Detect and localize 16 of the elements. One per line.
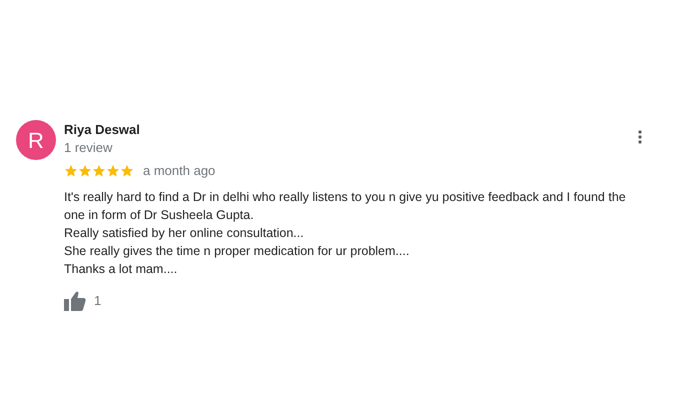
author-name[interactable]: Riya Deswal <box>64 122 140 138</box>
star-icon <box>92 164 106 178</box>
more-options-icon[interactable] <box>638 130 642 144</box>
star-icon <box>78 164 92 178</box>
star-icon <box>106 164 120 178</box>
avatar: R <box>16 120 56 160</box>
thumbs-up-icon[interactable] <box>64 290 86 310</box>
review-text-line: It's really hard to find a Dr in delhi who really listens to you n give yu positive feedback and I found the one in form of Dr Susheela Gupta. <box>64 188 627 224</box>
star-icon <box>64 164 78 178</box>
review-text-line: She really gives the time n proper medication for ur problem.... <box>64 242 410 260</box>
review-text-line: Thanks a lot mam.... <box>64 260 178 278</box>
author-review-count: 1 review <box>64 140 114 156</box>
review-time: a month ago <box>143 162 216 180</box>
review-text-line: Really satisfied by her online consultation... <box>64 224 305 242</box>
like-count: 1 <box>94 292 102 310</box>
star-icon <box>120 164 134 178</box>
